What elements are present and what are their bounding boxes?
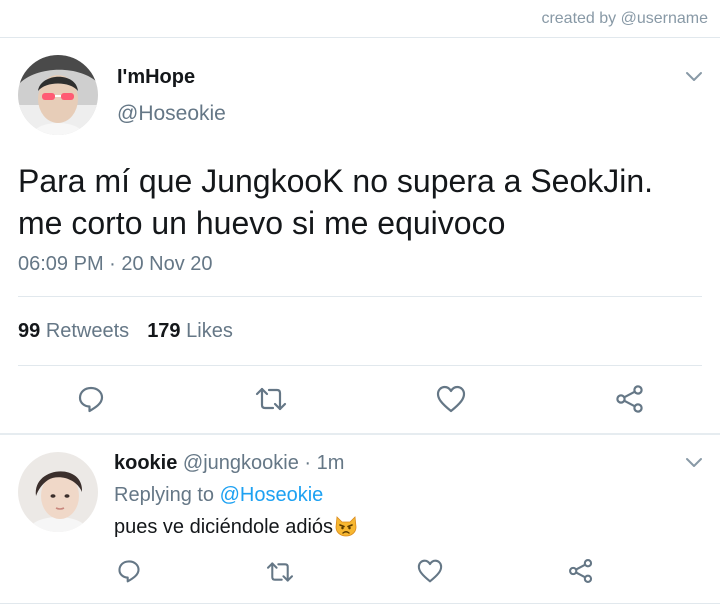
tweet-text: Para mí que JungkooK no supera a SeokJin…: [18, 160, 708, 244]
reply-icon[interactable]: [116, 558, 142, 584]
heart-icon[interactable]: [436, 385, 466, 413]
chevron-down-icon[interactable]: [684, 70, 704, 84]
retweet-icon[interactable]: [255, 385, 287, 413]
tweet-text-line: me corto un huevo si me equivoco: [18, 205, 506, 241]
bottom-divider: [0, 603, 720, 604]
avatar[interactable]: [18, 452, 98, 532]
reply-text-content: pues ve diciéndole adiós: [114, 516, 334, 538]
replying-to: Replying to @Hoseokie: [114, 484, 323, 507]
reply-text: pues ve diciéndole adiós: [114, 515, 358, 543]
replying-prefix: Replying to: [114, 484, 215, 506]
likes-label: Likes: [186, 320, 233, 342]
display-name[interactable]: I'mHope: [117, 66, 195, 89]
chevron-down-icon[interactable]: [684, 456, 704, 470]
retweets-stat[interactable]: 99 Retweets: [18, 320, 129, 342]
avatar[interactable]: [18, 55, 98, 135]
share-icon[interactable]: [568, 558, 594, 584]
heart-icon[interactable]: [417, 559, 443, 583]
retweet-icon[interactable]: [266, 560, 294, 584]
replying-handle-link[interactable]: @Hoseokie: [220, 484, 324, 506]
reply-handle-time[interactable]: @jungkookie · 1m: [183, 452, 344, 474]
reply-header: kookie @jungkookie · 1m: [114, 452, 344, 475]
user-handle[interactable]: @Hoseokie: [117, 102, 226, 126]
credit-label: created by @username: [541, 10, 708, 27]
tweet-text-line: Para mí que JungkooK no supera a SeokJin…: [18, 163, 654, 199]
likes-stat[interactable]: 179 Likes: [147, 320, 233, 342]
share-icon[interactable]: [615, 384, 645, 414]
likes-count: 179: [147, 320, 181, 342]
tweet-stats: 99 Retweets 179 Likes: [18, 320, 233, 343]
divider: [18, 296, 702, 297]
pouting-cat-emoji: [334, 515, 358, 543]
top-divider: [0, 37, 720, 38]
retweets-count: 99: [18, 320, 41, 342]
reply-icon[interactable]: [76, 384, 106, 414]
reply-display-name[interactable]: kookie: [114, 452, 177, 474]
section-divider: [0, 433, 720, 435]
tweet-timestamp[interactable]: 06:09 PM · 20 Nov 20: [18, 253, 213, 276]
retweets-label: Retweets: [45, 320, 130, 342]
divider: [18, 365, 702, 366]
